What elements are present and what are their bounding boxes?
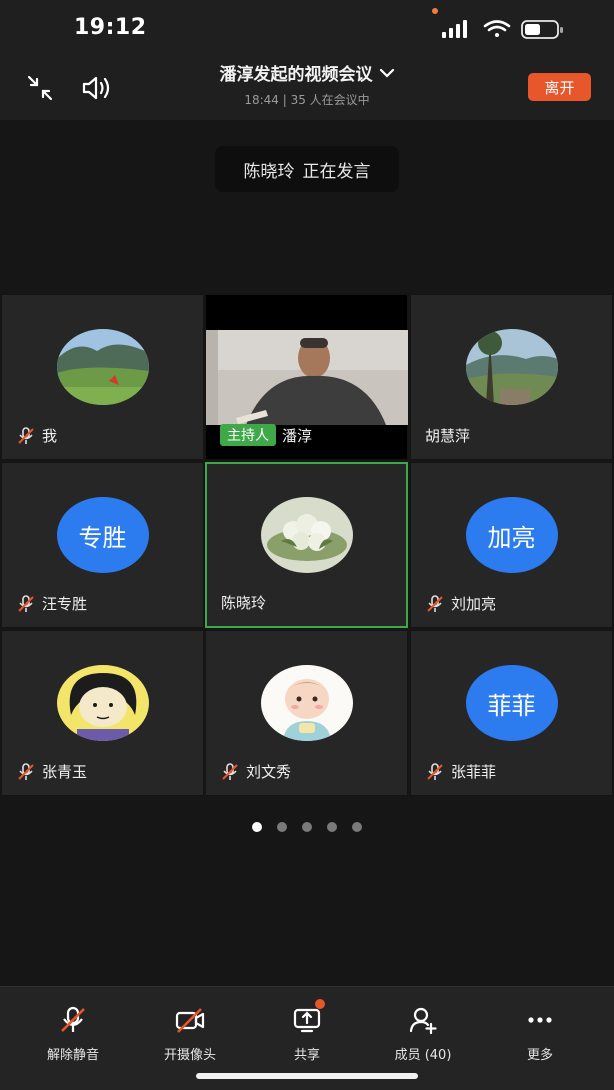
avatar (260, 665, 353, 741)
meeting-title: 潘淳发起的视频会议 (219, 65, 373, 85)
camera-label: 开摄像头 (163, 1048, 216, 1063)
unmute-label: 解除静音 (46, 1048, 99, 1063)
page-dot[interactable] (327, 822, 337, 832)
unmute-button[interactable]: 解除静音 (18, 1005, 128, 1063)
participant-name: 张青玉 (42, 763, 88, 781)
avatar (465, 329, 558, 405)
flowers-photo (260, 497, 353, 573)
valley-photo (465, 329, 558, 405)
mic-muted-icon (18, 762, 34, 780)
video-feed (206, 330, 408, 425)
signal-icon (442, 20, 467, 38)
camera-off-icon (175, 1008, 205, 1033)
mic-muted-icon (18, 426, 34, 444)
chevron-down-icon (379, 68, 394, 78)
mic-muted-icon (61, 1006, 85, 1032)
mic-muted-icon (222, 762, 238, 780)
host-video-image (206, 330, 408, 425)
share-button[interactable]: 共享 (252, 999, 362, 1063)
speaking-indicator: 陈晓玲 正在发言 (215, 146, 399, 192)
participant-name: 张菲菲 (451, 763, 497, 781)
avatar (260, 497, 353, 573)
speaking-name: 陈晓玲 (243, 161, 295, 182)
status-bar: 19:12 (0, 0, 614, 56)
participant-name: 汪专胜 (42, 595, 88, 613)
share-notification-dot (315, 999, 325, 1009)
host-badge: 主持人 (220, 424, 276, 446)
participant-tile-active-speaker[interactable]: 陈晓玲 (205, 462, 408, 628)
participant-name: 刘文秀 (246, 763, 292, 781)
battery-icon (521, 20, 563, 39)
meeting-title-block[interactable]: 潘淳发起的视频会议 18:44 | 35 人在会议中 (120, 60, 494, 108)
camera-button[interactable]: 开摄像头 (135, 1005, 245, 1063)
participant-tile[interactable]: 专胜 汪专胜 (1, 462, 204, 628)
more-label: 更多 (526, 1048, 553, 1063)
more-dots-icon (528, 1017, 552, 1023)
mountain-photo (56, 329, 149, 405)
mic-muted-icon (427, 762, 443, 780)
participant-name: 潘淳 (282, 426, 313, 445)
cartoon-baby-avatar (260, 665, 353, 741)
participant-name: 我 (42, 427, 58, 445)
participant-tile[interactable]: 我 (1, 294, 204, 460)
participant-tile[interactable]: 加亮 刘加亮 (410, 462, 613, 628)
leave-button[interactable]: 离开 (528, 73, 591, 101)
members-button[interactable]: 成员 (40) (368, 1005, 478, 1063)
page-dot[interactable] (302, 822, 312, 832)
cartoon-girl-avatar (56, 665, 149, 741)
status-icons (442, 20, 563, 39)
page-dot-active[interactable] (252, 822, 262, 832)
meeting-subtitle: 18:44 | 35 人在会议中 (244, 93, 370, 107)
participant-tile[interactable]: 菲菲 张菲菲 (410, 630, 613, 796)
avatar: 菲菲 (465, 665, 558, 741)
recording-indicator-dot (432, 8, 438, 14)
participant-tile-video[interactable]: 主持人 潘淳 (205, 294, 408, 460)
avatar: 专胜 (56, 497, 149, 573)
participant-tile[interactable]: 刘文秀 (205, 630, 408, 796)
members-label: 成员 (40) (394, 1048, 452, 1063)
minimize-icon[interactable] (24, 72, 56, 104)
speaker-icon[interactable] (80, 72, 112, 104)
page-indicator (0, 822, 614, 834)
participant-name: 陈晓玲 (221, 594, 267, 612)
status-time: 19:12 (74, 15, 147, 40)
home-indicator[interactable] (196, 1073, 418, 1079)
avatar (56, 329, 149, 405)
add-member-icon (409, 1007, 437, 1035)
participant-tile[interactable]: 张青玉 (1, 630, 204, 796)
mic-muted-icon (18, 594, 34, 612)
participant-tile[interactable]: 胡慧萍 (410, 294, 613, 460)
avatar (56, 665, 149, 741)
speaking-text: 正在发言 (302, 161, 371, 182)
participant-name: 胡慧萍 (425, 427, 471, 445)
meeting-header: 潘淳发起的视频会议 18:44 | 35 人在会议中 离开 (0, 56, 614, 120)
screen-share-icon (293, 1008, 321, 1033)
mic-muted-icon (427, 594, 443, 612)
page-dot[interactable] (277, 822, 287, 832)
participant-name: 刘加亮 (451, 595, 497, 613)
share-label: 共享 (293, 1048, 320, 1063)
avatar: 加亮 (465, 497, 558, 573)
more-button[interactable]: 更多 (485, 1005, 595, 1063)
wifi-icon (483, 20, 511, 37)
page-dot[interactable] (352, 822, 362, 832)
